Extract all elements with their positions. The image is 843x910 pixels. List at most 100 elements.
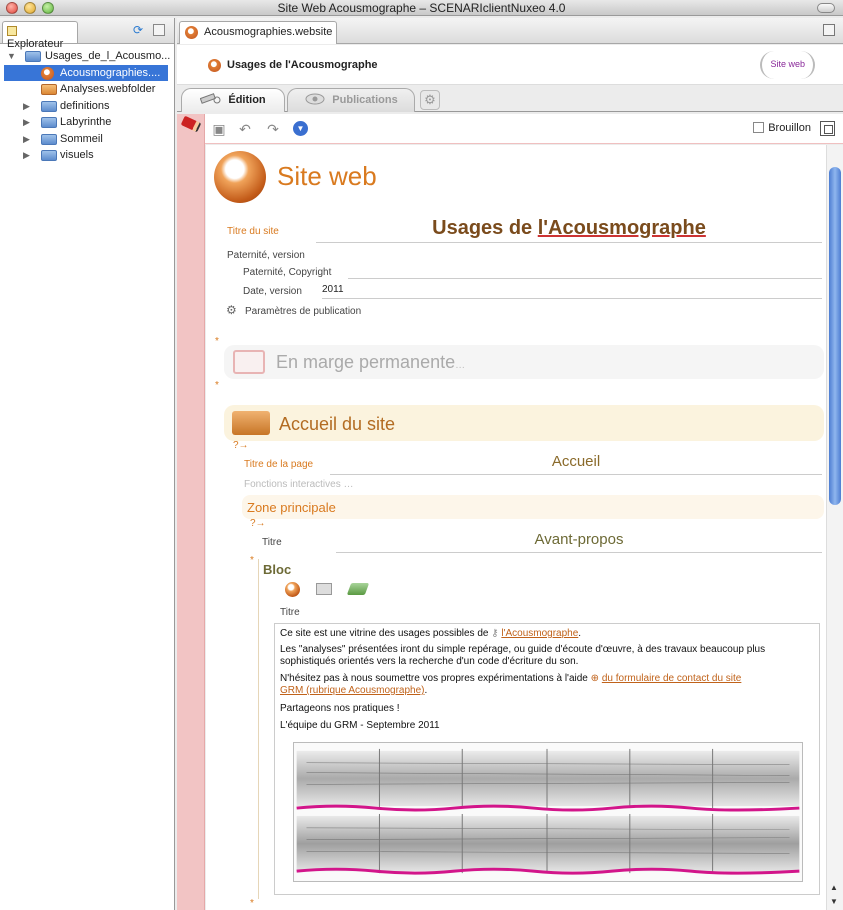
tab-publications[interactable]: Publications <box>287 88 415 112</box>
zone-title-field[interactable]: Avant-propos <box>336 531 822 553</box>
scroll-up-arrow-icon[interactable]: ▲ <box>830 883 838 892</box>
tree-item-label: Acousmographies.... <box>60 66 161 79</box>
vertical-scrollbar[interactable]: ▲ ▼ <box>826 145 843 910</box>
marge-dots: … <box>455 360 466 371</box>
explorer-panel: Explorateur ⟳ ▼ Usages_de_l_Acousmo... A… <box>0 18 175 910</box>
text-paragraph-4: Partageons nos pratiques ! <box>280 703 400 714</box>
zone-label: Zone principale <box>247 500 336 515</box>
eye-icon <box>305 93 325 105</box>
tree-item-label: visuels <box>60 149 94 161</box>
checkbox-icon[interactable] <box>753 122 765 133</box>
file-tree: ▼ Usages_de_l_Acousmo... Acousmographies… <box>0 44 174 164</box>
explorer-tab[interactable]: Explorateur <box>2 21 78 50</box>
folder-icon <box>41 150 57 161</box>
mode-tabs: Édition Publications ⚙ <box>177 86 843 112</box>
screen-icon[interactable] <box>316 583 332 595</box>
tree-item-analyses[interactable]: Analyses.webfolder <box>0 81 174 98</box>
site-title-link: l'Acousmographe <box>537 217 706 239</box>
page-title-field[interactable]: Accueil <box>330 453 822 475</box>
text-paragraph-3: N'hésitez pas à nous soumettre vos propr… <box>280 673 741 685</box>
editor-tab[interactable]: Acousmographies.website <box>179 21 337 44</box>
collapsed-arrow-icon[interactable]: ▶ <box>23 131 30 147</box>
pencil-icon <box>180 115 202 133</box>
tab-edition[interactable]: Édition <box>181 88 285 112</box>
tree-item-usages[interactable]: ▼ Usages_de_l_Acousmo... <box>0 48 174 65</box>
rich-text-area[interactable]: Ce site est une vitrine des usages possi… <box>274 623 820 895</box>
insert-star-icon[interactable]: * <box>250 555 254 566</box>
window-titlebar: Site Web Acousmographe – SCENARIclientNu… <box>0 0 843 16</box>
redo-icon[interactable]: ↷ <box>265 121 281 137</box>
bloc-label: Bloc <box>263 562 292 577</box>
site-title-label: Titre du site <box>227 226 279 237</box>
book-icon[interactable] <box>346 583 370 595</box>
brouillon-checkbox[interactable]: Brouillon <box>753 122 811 134</box>
text-span: N'hésitez pas à nous soumettre vos propr… <box>280 673 591 684</box>
spectrogram-image[interactable] <box>293 742 803 882</box>
maximize-panel-button[interactable] <box>153 24 165 36</box>
collapsed-arrow-icon[interactable]: ▶ <box>23 114 30 130</box>
tree-item-acousmographies[interactable]: Acousmographies.... <box>4 64 168 81</box>
scroll-down-arrow-icon[interactable]: ▼ <box>830 897 838 906</box>
gear-icon[interactable]: ⚙ <box>226 303 237 317</box>
contact-form-link[interactable]: du formulaire de contact du site <box>602 673 742 684</box>
scrollbar-thumb[interactable] <box>829 167 841 505</box>
document-editor: Site web Titre du site Usages de l'Acous… <box>206 145 826 910</box>
site-title-field[interactable]: Usages de l'Acousmographe <box>316 217 822 243</box>
website-icon <box>208 59 221 72</box>
tree-item-visuels[interactable]: ▶ visuels <box>0 147 174 164</box>
item-type-badge: Site web <box>760 51 815 79</box>
tree-item-definitions[interactable]: ▶ definitions <box>0 98 174 115</box>
editor-header: Usages de l'Acousmographe Site web <box>177 45 843 85</box>
toolbar-toggle-button[interactable] <box>817 3 835 13</box>
copyright-label: Paternité, Copyright <box>243 267 332 278</box>
page-title-label: Titre de la page <box>244 459 314 470</box>
text-span: . <box>578 628 582 639</box>
collapsed-arrow-icon[interactable]: ▶ <box>23 147 30 163</box>
folder-icon <box>41 117 57 128</box>
params-link[interactable]: Paramètres de publication <box>245 306 361 317</box>
website-icon[interactable] <box>285 582 300 597</box>
settings-gear-icon[interactable]: ⚙ <box>420 90 440 110</box>
tree-item-label: Sommeil <box>60 132 103 145</box>
contact-form-link-2[interactable]: GRM (rubrique Acousmographe) <box>280 685 425 696</box>
text-span: Ce site est une vitrine des usages possi… <box>280 628 492 639</box>
copyright-field[interactable] <box>348 265 822 279</box>
help-marker[interactable]: ?→ <box>233 440 249 451</box>
maximize-doc-button[interactable] <box>820 121 835 136</box>
tab-edition-label: Édition <box>228 94 266 106</box>
page-folder-icon <box>232 411 270 435</box>
edit-tools-icon <box>200 93 221 104</box>
maximize-editor-button[interactable] <box>823 24 835 36</box>
editor-panel: Acousmographies.website Usages de l'Acou… <box>177 18 843 910</box>
website-globe-icon <box>214 151 266 203</box>
expanded-arrow-icon[interactable]: ▼ <box>7 48 16 64</box>
editor-tabbar: Acousmographies.website <box>177 18 843 44</box>
tree-item-label: definitions <box>60 99 110 112</box>
date-field[interactable]: 2011 <box>322 284 822 299</box>
save-icon[interactable]: ▣ <box>211 121 227 137</box>
website-icon <box>185 26 198 39</box>
insert-star-icon[interactable]: * <box>215 380 219 391</box>
window-title: Site Web Acousmographe – SCENARIclientNu… <box>277 1 566 15</box>
date-label: Date, version <box>243 286 302 297</box>
navigation-menu-icon[interactable]: ▼ <box>293 121 308 136</box>
bloc-guide-line <box>258 559 259 899</box>
tree-item-label: Labyrinthe <box>60 116 112 128</box>
marge-label[interactable]: En marge permanente… <box>276 352 465 373</box>
tree-item-sommeil[interactable]: ▶ Sommeil <box>0 131 174 148</box>
undo-icon[interactable]: ↶ <box>237 121 253 137</box>
zone-title-label: Titre <box>262 537 282 548</box>
tree-item-labyrinthe[interactable]: ▶ Labyrinthe <box>0 114 174 131</box>
text-paragraph-1: Ce site est une vitrine des usages possi… <box>280 628 581 640</box>
collapsed-arrow-icon[interactable]: ▶ <box>23 98 30 114</box>
help-marker[interactable]: ?→ <box>250 518 266 529</box>
explorer-icon <box>7 26 17 36</box>
refresh-icon[interactable]: ⟳ <box>131 24 145 38</box>
fonctions-link[interactable]: Fonctions interactives … <box>244 479 354 490</box>
bloc-title-label: Titre <box>280 607 300 618</box>
insert-star-icon[interactable]: * <box>215 336 219 347</box>
folder-icon <box>41 133 57 145</box>
insert-star-icon[interactable]: * <box>250 898 254 909</box>
text-span: . <box>424 685 428 696</box>
acousmographe-link[interactable]: l'Acousmographe <box>501 628 578 639</box>
